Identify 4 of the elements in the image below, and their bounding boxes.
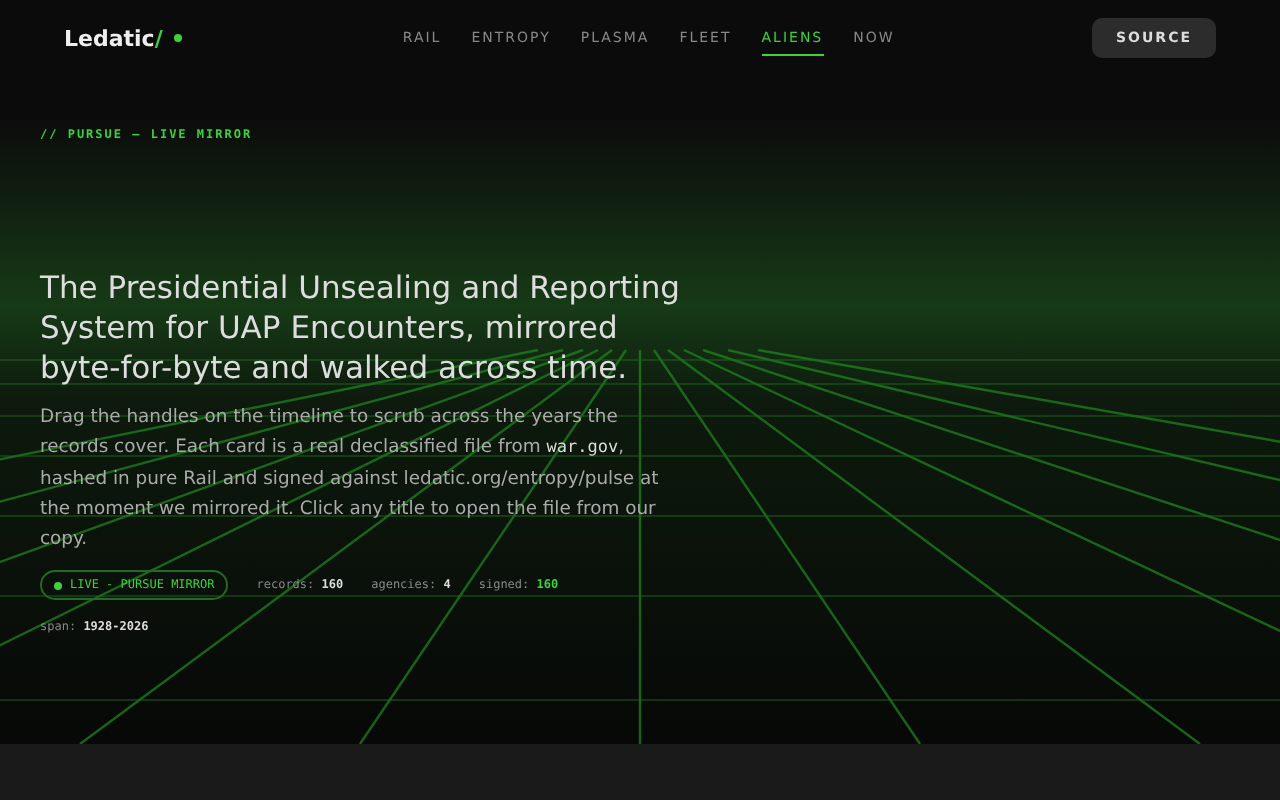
description-paragraph: Drag the handles on the timeline to scrub across the years the records cover. Each card is a real declassified file from war.gov, hashed in pure Rail and signed against ledatic.org/entropy/pulse at the moment we mirrored it. Click any title to open the file from our copy. — [40, 404, 661, 554]
headline: The Presidential Unsealing and Reporting System for UAP Encounters, mirrored byte-for-byte and walked across time. — [40, 268, 680, 388]
brand-logo[interactable]: Ledatic/ — [64, 25, 163, 51]
status-dot-icon — [174, 34, 183, 42]
